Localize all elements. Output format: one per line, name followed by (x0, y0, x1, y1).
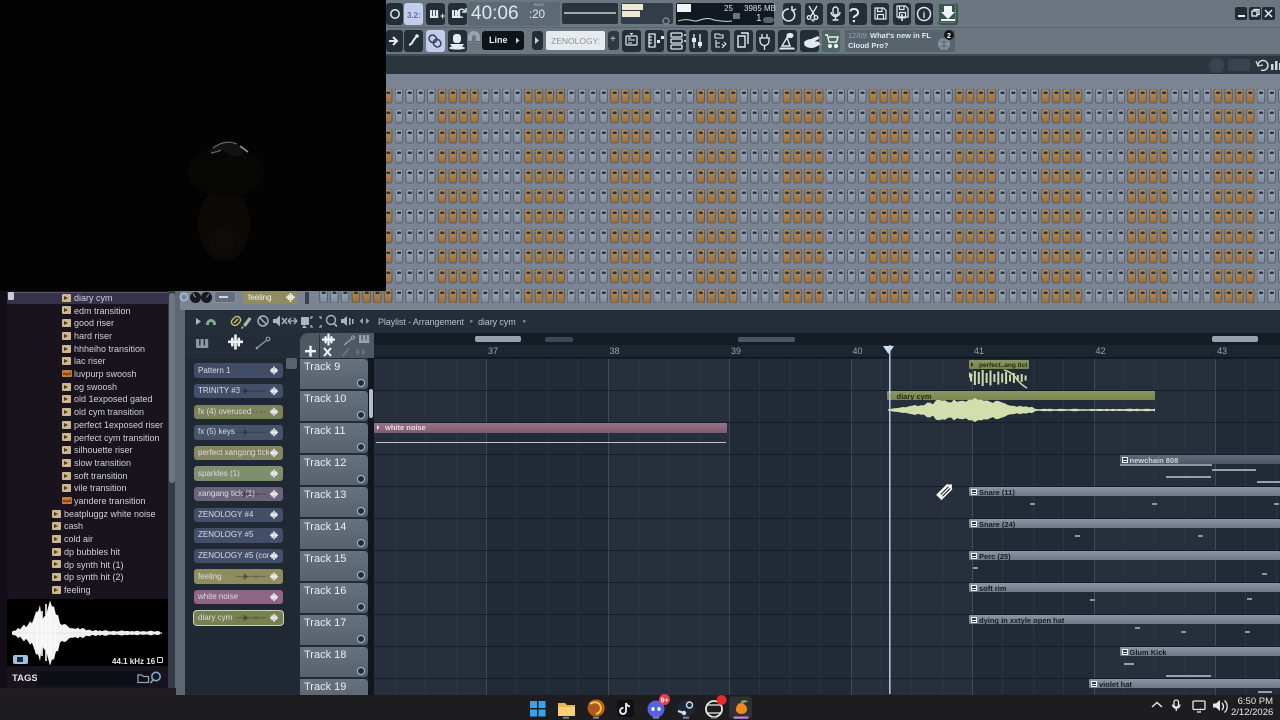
svg-text:3.2:: 3.2: (407, 11, 421, 20)
svg-text:2: 2 (947, 33, 951, 40)
svg-text:!: ! (1200, 708, 1201, 714)
svg-text:i: i (923, 10, 926, 20)
svg-text:+: + (440, 11, 445, 21)
svg-text:9+: 9+ (661, 698, 669, 705)
